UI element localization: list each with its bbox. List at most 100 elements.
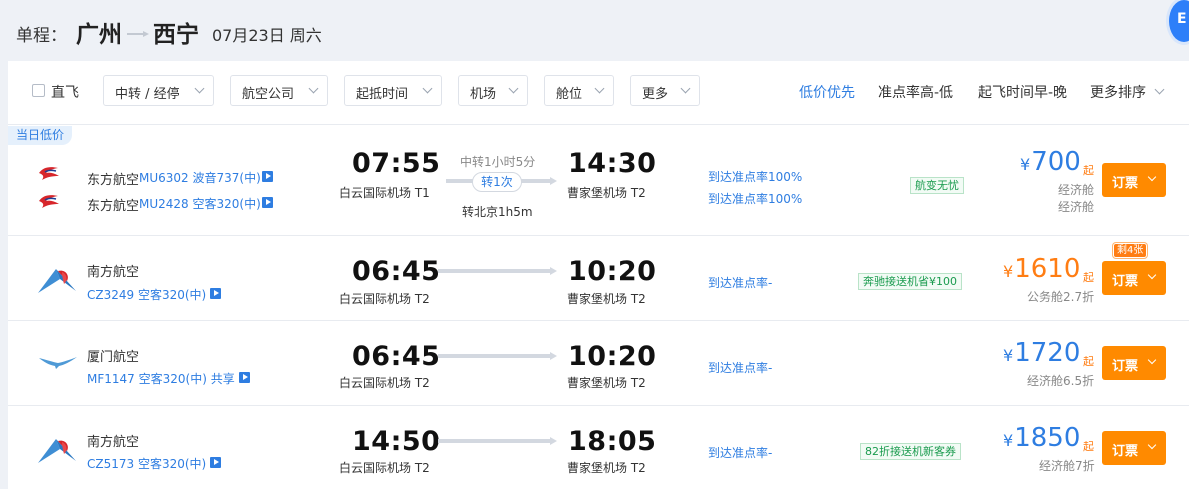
departure-airport: 白云国际机场 T2 [339, 290, 430, 307]
arrival-airport-name: 曹家堡机场 [567, 292, 628, 306]
price-from-suffix: 起 [1083, 440, 1094, 453]
book-button[interactable]: 订票 [1102, 431, 1166, 465]
sort-departure-time[interactable]: 起飞时间早-晚 [978, 82, 1067, 102]
price-value: 1720 [1014, 338, 1081, 368]
filter-more-label: 更多 [642, 87, 669, 102]
flight-number[interactable]: MU2428 空客320(中) [139, 195, 261, 212]
arrival-airport: 曹家堡机场 T2 [567, 459, 646, 476]
ontime-rate: 到达准点率- [708, 446, 773, 460]
flight-row[interactable]: 南方航空 CZ3249 空客320(中) 06:45 白云国际机场 T2 10:… [8, 237, 1189, 321]
price-value: 1610 [1014, 254, 1081, 284]
filter-transfer-dropdown[interactable]: 中转 / 经停 [103, 75, 214, 106]
departure-airport-name: 白云国际机场 [339, 292, 412, 306]
flight-number-code: MF1147 [87, 372, 135, 386]
flight-number-code: CZ3249 [87, 288, 135, 302]
floating-side-button[interactable]: E [1169, 0, 1189, 42]
flight-number-code: MU2428 [139, 197, 189, 211]
flight-number[interactable]: CZ5173 空客320(中) [87, 455, 206, 472]
service-badge[interactable]: 82折接送机新客券 [860, 443, 961, 460]
book-button[interactable]: 订票 [1102, 261, 1166, 295]
currency-symbol: ¥ [1003, 431, 1014, 450]
cabin-class: 经济舱 [1058, 200, 1095, 214]
xiamen-airlines-logo-icon [39, 357, 77, 369]
direct-only-label[interactable]: 直飞 [51, 82, 79, 102]
filter-time-label: 起抵时间 [356, 87, 409, 102]
sort-punctuality[interactable]: 准点率高-低 [878, 82, 953, 102]
departure-airport: 白云国际机场 T1 [339, 184, 430, 201]
results-panel: 直飞 中转 / 经停 航空公司 起抵时间 机场 舱位 更多 低价优先 准点率高-… [8, 61, 1189, 489]
departure-terminal: T2 [414, 461, 430, 475]
price-from-suffix: 起 [1083, 164, 1094, 177]
china-southern-logo-icon [38, 439, 76, 463]
filter-airline-dropdown[interactable]: 航空公司 [230, 75, 328, 106]
chevron-down-icon [1147, 270, 1157, 280]
book-button[interactable]: 订票 [1102, 163, 1166, 197]
book-button-label: 订票 [1112, 359, 1139, 374]
arrival-terminal: T2 [630, 461, 646, 475]
service-badge[interactable]: 航变无忧 [910, 177, 964, 194]
airline-name: 南方航空 [87, 265, 140, 280]
departure-terminal: T2 [414, 292, 430, 306]
flight-row[interactable]: 当日低价 东方航空 MU6302 波音737(中) 东方航空 MU2428 空客… [8, 126, 1189, 236]
flight-number[interactable]: MU6302 波音737(中) [139, 169, 261, 186]
airline-name: 东方航空 [87, 199, 140, 214]
direct-only-checkbox[interactable] [32, 84, 45, 97]
play-icon[interactable] [262, 171, 273, 182]
route-line [438, 437, 557, 445]
play-icon[interactable] [210, 457, 221, 468]
chevron-down-icon [1147, 440, 1157, 450]
cabin-class: 经济舱 [1058, 183, 1095, 197]
ontime-rate: 到达准点率100% [708, 170, 803, 184]
chevron-down-icon[interactable] [1154, 84, 1165, 95]
filter-time-dropdown[interactable]: 起抵时间 [344, 75, 442, 106]
flight-number[interactable]: CZ3249 空客320(中) [87, 286, 206, 303]
chevron-down-icon [1147, 172, 1157, 182]
filter-transfer-label: 中转 / 经停 [115, 87, 180, 102]
arrival-terminal: T2 [630, 376, 646, 390]
flight-row[interactable]: 厦门航空 MF1147 空客320(中) 共享 06:45 白云国际机场 T2 … [8, 322, 1189, 406]
play-icon[interactable] [239, 372, 250, 383]
departure-terminal: T1 [414, 186, 430, 200]
arrival-terminal: T2 [630, 292, 646, 306]
play-icon[interactable] [210, 288, 221, 299]
price-value: 1850 [1014, 423, 1081, 453]
flight-row[interactable]: 南方航空 CZ5173 空客320(中) 14:50 白云国际机场 T2 18:… [8, 407, 1189, 489]
filter-cabin-dropdown[interactable]: 舱位 [544, 75, 614, 106]
filter-more-dropdown[interactable]: 更多 [630, 75, 700, 106]
chevron-down-icon [594, 83, 605, 94]
departure-airport: 白云国际机场 T2 [339, 459, 430, 476]
price: ¥700 [1020, 147, 1081, 177]
search-header: 单程： 广州 西宁 07月23日 周六 E [0, 0, 1189, 60]
flight-number-code: MU6302 [139, 171, 189, 185]
china-eastern-logo-icon [39, 167, 59, 180]
departure-airport-name: 白云国际机场 [339, 376, 412, 390]
sort-more[interactable]: 更多排序 [1090, 82, 1146, 102]
ontime-rate: 到达准点率- [708, 276, 773, 290]
currency-symbol: ¥ [1020, 155, 1031, 174]
book-button-label: 订票 [1112, 274, 1139, 289]
departure-airport-name: 白云国际机场 [339, 461, 412, 475]
departure-time: 06:45 [352, 256, 441, 287]
departure-terminal: T2 [414, 376, 430, 390]
price-from-suffix: 起 [1083, 271, 1094, 284]
play-icon[interactable] [262, 197, 273, 208]
airline-name: 厦门航空 [87, 350, 140, 365]
service-badge[interactable]: 奔驰接送机省¥100 [858, 273, 962, 290]
sort-lowest-price[interactable]: 低价优先 [799, 82, 855, 102]
flight-number[interactable]: MF1147 空客320(中) 共享 [87, 370, 235, 387]
filter-airport-dropdown[interactable]: 机场 [458, 75, 528, 106]
departure-time: 14:50 [352, 426, 441, 457]
book-button[interactable]: 订票 [1102, 346, 1166, 380]
currency-symbol: ¥ [1003, 346, 1014, 365]
arrival-airport: 曹家堡机场 T2 [567, 374, 646, 391]
transfer-duration: 中转1小时5分 [460, 155, 536, 169]
chevron-down-icon [680, 83, 691, 94]
price: ¥1850 [1003, 423, 1080, 453]
departure-airport-name: 白云国际机场 [339, 186, 412, 200]
aircraft-type: 波音737(中) [192, 171, 261, 185]
transfer-count[interactable]: 转1次 [472, 172, 522, 192]
ontime-rate: 到达准点率100% [708, 192, 803, 206]
arrival-airport: 曹家堡机场 T2 [567, 184, 646, 201]
cabin-class: 经济舱6.5折 [1027, 374, 1095, 388]
route-line [438, 352, 557, 360]
